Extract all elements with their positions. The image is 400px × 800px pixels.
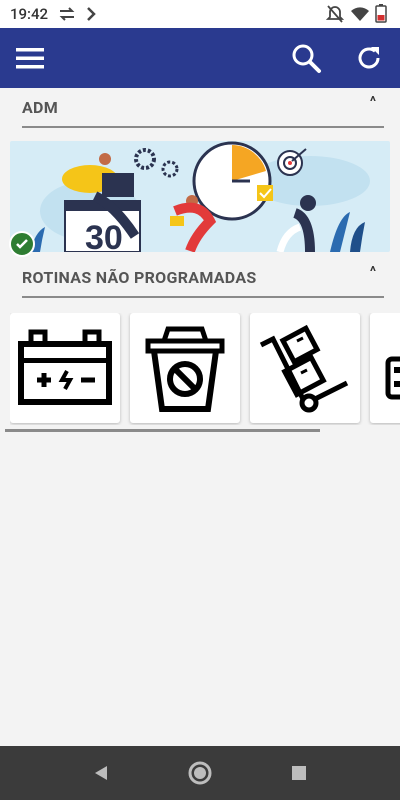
routine-cards-list[interactable]: [10, 313, 400, 425]
battery-icon: [18, 329, 112, 405]
refresh-button[interactable]: [347, 36, 391, 80]
completed-check-icon: [9, 231, 35, 257]
chevron-right-icon: [87, 7, 96, 21]
hamburger-menu-icon: [16, 48, 44, 69]
partial-card-icon: [385, 356, 400, 400]
section-header-rotinas[interactable]: ROTINAS NÃO PROGRAMADAS ^: [22, 260, 384, 298]
search-button[interactable]: [284, 36, 328, 80]
adm-banner[interactable]: 30: [10, 141, 390, 252]
menu-button[interactable]: [8, 36, 52, 80]
battery-status-icon: [375, 4, 387, 23]
collapse-chevron-icon[interactable]: ^: [370, 264, 376, 280]
svg-text:30: 30: [85, 219, 123, 252]
horizontal-scrollbar[interactable]: [5, 429, 320, 432]
system-nav-bar: [0, 746, 400, 800]
section-title-rotinas: ROTINAS NÃO PROGRAMADAS: [22, 268, 257, 287]
routine-card-battery[interactable]: [10, 313, 120, 423]
search-icon: [292, 44, 321, 73]
no-trash-icon: [145, 326, 225, 412]
routine-card-no-trash[interactable]: [130, 313, 240, 423]
status-bar: 19:42: [0, 0, 400, 28]
home-button[interactable]: [186, 759, 214, 787]
collapse-chevron-icon[interactable]: ^: [370, 94, 376, 110]
sync-icon: [59, 7, 75, 21]
routine-card-partial[interactable]: [370, 313, 400, 423]
notifications-off-icon: [326, 5, 344, 23]
wifi-icon: [351, 7, 369, 21]
status-time: 19:42: [10, 5, 49, 23]
back-triangle-icon: [95, 766, 107, 780]
section-header-adm[interactable]: ADM ^: [22, 90, 384, 128]
back-button[interactable]: [87, 759, 115, 787]
app-bar: [0, 28, 400, 88]
routine-card-hand-truck[interactable]: [250, 313, 360, 423]
recents-button[interactable]: [285, 759, 313, 787]
home-circle-icon: [188, 761, 212, 785]
hand-truck-icon: [259, 324, 349, 413]
section-title-adm: ADM: [22, 98, 59, 117]
refresh-icon: [358, 47, 380, 69]
productivity-illustration: 30: [30, 141, 370, 252]
recents-square-icon: [292, 766, 306, 780]
